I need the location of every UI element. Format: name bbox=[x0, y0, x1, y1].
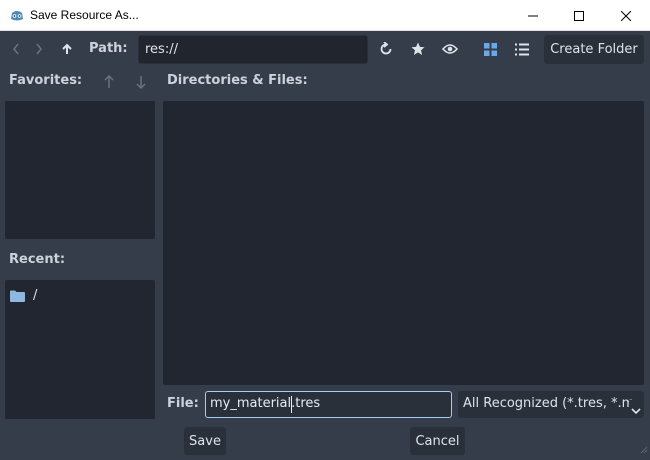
close-button[interactable] bbox=[603, 0, 649, 31]
file-name-input[interactable]: my_material.tres bbox=[205, 391, 452, 418]
eye-icon bbox=[442, 44, 458, 54]
toggle-hidden-button[interactable] bbox=[440, 39, 460, 59]
text-cursor bbox=[291, 396, 293, 413]
chevron-right-icon bbox=[36, 43, 42, 55]
favorite-button[interactable] bbox=[408, 39, 428, 59]
grid-view-icon bbox=[483, 42, 497, 56]
minimize-button[interactable] bbox=[510, 0, 556, 31]
maximize-icon bbox=[574, 10, 584, 21]
forward-button[interactable] bbox=[31, 40, 47, 58]
refresh-icon bbox=[380, 42, 392, 55]
file-list[interactable] bbox=[163, 101, 644, 385]
grid-view-button[interactable] bbox=[480, 39, 500, 59]
list-view-icon bbox=[515, 43, 529, 55]
save-button[interactable]: Save bbox=[184, 427, 226, 455]
window-title: Save Resource As... bbox=[30, 8, 139, 22]
path-value: res:// bbox=[145, 42, 178, 57]
refresh-button[interactable] bbox=[376, 39, 396, 59]
godot-app-icon bbox=[9, 8, 25, 24]
star-icon bbox=[411, 42, 425, 55]
resize-grip-icon[interactable] bbox=[638, 439, 648, 458]
list-view-button[interactable] bbox=[512, 39, 532, 59]
favorite-move-down-button[interactable] bbox=[133, 73, 149, 91]
go-up-button[interactable] bbox=[58, 40, 76, 58]
move-down-icon bbox=[136, 76, 146, 89]
title-bar: Save Resource As... bbox=[0, 0, 650, 31]
recent-item-name: / bbox=[33, 288, 38, 303]
favorites-list[interactable] bbox=[5, 101, 155, 239]
folder-icon bbox=[10, 290, 25, 302]
maximize-button[interactable] bbox=[556, 0, 602, 31]
path-label: Path: bbox=[89, 41, 128, 56]
minimize-icon bbox=[528, 15, 538, 16]
arrow-up-icon bbox=[62, 43, 72, 54]
file-filter-value: All Recognized (*.tres, *.m bbox=[463, 396, 635, 411]
cancel-button[interactable]: Cancel bbox=[410, 427, 465, 455]
move-up-icon bbox=[104, 75, 114, 88]
close-icon bbox=[621, 10, 631, 21]
favorites-label: Favorites: bbox=[9, 73, 83, 88]
chevron-down-icon bbox=[629, 400, 641, 418]
path-input[interactable]: res:// bbox=[138, 35, 368, 64]
favorite-move-up-button[interactable] bbox=[101, 73, 117, 91]
back-button[interactable] bbox=[8, 40, 24, 58]
chevron-left-icon bbox=[13, 43, 19, 55]
recent-label: Recent: bbox=[9, 252, 66, 267]
directories-files-label: Directories & Files: bbox=[167, 73, 308, 88]
recent-item[interactable]: / bbox=[10, 288, 37, 303]
file-name-value: my_material.tres bbox=[210, 396, 321, 411]
file-label: File: bbox=[167, 396, 199, 411]
create-folder-button[interactable]: Create Folder bbox=[544, 35, 644, 64]
file-filter-select[interactable]: All Recognized (*.tres, *.m bbox=[458, 391, 644, 418]
